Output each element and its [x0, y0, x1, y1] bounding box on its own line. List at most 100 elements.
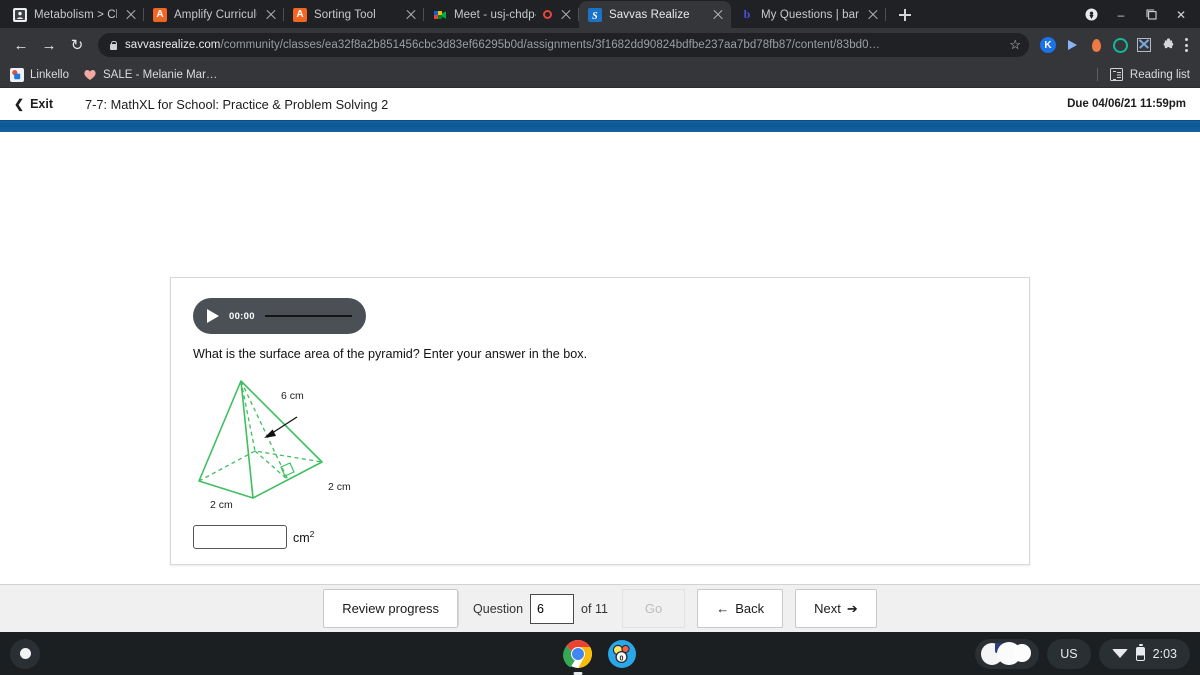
page-title: 7-7: MathXL for School: Practice & Probl…	[85, 96, 389, 112]
window-controls: – ✕	[1076, 1, 1200, 28]
figure-label-base-front: 2 cm	[210, 499, 233, 511]
browser-tab-sorting-tool[interactable]: A Sorting Tool	[284, 1, 424, 28]
figure-label-base-right: 2 cm	[328, 481, 351, 493]
page-content: ❮ Exit 7-7: MathXL for School: Practice …	[0, 88, 1200, 632]
bookmark-label: Linkello	[30, 68, 69, 81]
lock-icon	[108, 40, 118, 50]
browser-tab-amplify-curriculum[interactable]: A Amplify Curriculum	[144, 1, 284, 28]
question-prompt: What is the surface area of the pyramid?…	[193, 347, 588, 361]
next-question-button[interactable]: Next ➔	[795, 589, 877, 628]
system-tray[interactable]: 2:03	[1098, 638, 1190, 669]
back-question-button[interactable]: ← Back	[697, 589, 784, 628]
wifi-icon	[1111, 649, 1128, 658]
smiley-extension-icon[interactable]	[1109, 34, 1131, 56]
answer-row: cm2	[193, 525, 1007, 549]
audio-progress-track[interactable]	[264, 314, 352, 318]
close-icon[interactable]	[404, 8, 418, 22]
close-icon[interactable]	[559, 8, 573, 22]
unit-exponent: 2	[309, 528, 315, 539]
tab-title: Amplify Curriculum	[174, 8, 257, 21]
drop-extension-icon[interactable]	[1085, 34, 1107, 56]
x-extension-icon[interactable]	[1133, 34, 1155, 56]
bartleby-b-icon: b	[743, 7, 751, 22]
person-card-icon	[13, 7, 27, 22]
battery-icon	[1135, 644, 1145, 661]
new-tab-button[interactable]	[892, 2, 918, 28]
tab-title: Savvas Realize	[609, 8, 690, 21]
content-area: 00:00 What is the surface area of the py…	[0, 132, 1200, 565]
keyboard-layout-button[interactable]: US	[1047, 638, 1091, 669]
reading-list-button[interactable]: Reading list	[1096, 68, 1190, 81]
question-number-input[interactable]	[530, 593, 575, 624]
forward-button[interactable]: →	[36, 32, 62, 58]
browser-window: Metabolism > Chapter 1 A Amplify Curricu…	[0, 0, 1200, 632]
browser-tab-savvas-realize[interactable]: S Savvas Realize	[579, 1, 731, 28]
go-button[interactable]: Go	[621, 589, 686, 628]
address-bar[interactable]: savvasrealize.com/community/classes/ea32…	[98, 33, 1029, 57]
reload-button[interactable]: ↻	[64, 32, 90, 58]
question-label: Question	[473, 601, 524, 616]
assignment-header: ❮ Exit 7-7: MathXL for School: Practice …	[0, 88, 1200, 120]
clock-label: 2:03	[1152, 646, 1177, 661]
minimize-button[interactable]: –	[1106, 1, 1136, 28]
unit-text: cm	[293, 531, 310, 546]
heart-icon	[83, 68, 97, 82]
question-total-label: of 11	[581, 601, 608, 616]
browser-tab-meet[interactable]: Meet - usj-chdp-tyz	[424, 1, 579, 28]
launcher-icon[interactable]	[10, 638, 40, 669]
tab-title: Meet - usj-chdp-tyz	[454, 8, 536, 21]
url-text: savvasrealize.com/community/classes/ea32…	[125, 39, 880, 51]
answer-unit-label: cm2	[293, 529, 314, 545]
tab-title: Metabolism > Chapter 1	[34, 8, 117, 21]
answer-input[interactable]	[193, 525, 287, 549]
browser-tab-bartleby[interactable]: b My Questions | bartleby	[731, 1, 886, 28]
close-icon[interactable]	[264, 8, 278, 22]
arrow-left-icon: ←	[716, 601, 730, 616]
notification-icon-4	[1013, 643, 1032, 662]
svg-text:S: S	[592, 11, 598, 22]
chrome-icon[interactable]	[563, 639, 593, 675]
chrome-menu-icon[interactable]	[1181, 38, 1192, 52]
prodigy-icon[interactable]: 0	[607, 639, 637, 669]
shelf-status-area: US 2:03	[975, 638, 1190, 669]
rectangular-pyramid-diagram: 6 cm 2 cm 2 cm	[193, 375, 393, 517]
kami-extension-icon[interactable]: K	[1037, 34, 1059, 56]
bookmarks-bar: Linkello SALE - Melanie Mar… Reading lis…	[0, 62, 1200, 88]
chromeos-shelf: 0 US 2:03	[0, 632, 1200, 675]
review-progress-button[interactable]: Review progress	[323, 589, 459, 628]
close-window-button[interactable]: ✕	[1166, 1, 1196, 28]
notification-preview[interactable]	[975, 638, 1040, 669]
question-navigation-bar: Review progress Question of 11 Go ← Back…	[0, 584, 1200, 632]
chevron-left-icon: ❮	[14, 97, 25, 111]
browser-toolbar: ← → ↻ savvasrealize.com/community/classe…	[0, 28, 1200, 62]
bookmark-label: SALE - Melanie Mar…	[103, 68, 218, 81]
close-icon[interactable]	[124, 8, 138, 22]
brand-accent-bar	[0, 120, 1200, 132]
audio-time: 00:00	[229, 310, 255, 322]
maximize-button[interactable]	[1136, 1, 1166, 28]
tab-strip: Metabolism > Chapter 1 A Amplify Curricu…	[0, 0, 1200, 28]
keyboard-layout-label: US	[1060, 646, 1078, 661]
svg-text:0: 0	[620, 655, 624, 662]
location-pin-icon[interactable]	[1076, 1, 1106, 28]
back-button[interactable]: ←	[8, 32, 34, 58]
close-icon[interactable]	[711, 8, 725, 22]
nav-group: Review progress Question of 11 Go ← Back…	[323, 585, 877, 632]
tab-title: My Questions | bartleby	[761, 8, 859, 21]
bookmark-linkello[interactable]: Linkello	[10, 67, 69, 82]
back-label: Back	[735, 601, 765, 616]
app-running-indicator	[573, 672, 583, 675]
due-date: Due 04/06/21 11:59pm	[1067, 98, 1186, 110]
puzzle-extensions-icon[interactable]	[1157, 34, 1179, 56]
play-icon[interactable]	[207, 309, 219, 323]
url-domain: savvasrealize.com	[125, 39, 221, 51]
next-label: Next	[814, 601, 841, 616]
audio-player[interactable]: 00:00	[193, 298, 366, 334]
amplify-a-icon: A	[153, 7, 167, 22]
exit-button[interactable]: ❮ Exit	[14, 97, 53, 111]
close-icon[interactable]	[866, 8, 880, 22]
bookmark-sale-melanie[interactable]: SALE - Melanie Mar…	[83, 68, 217, 82]
play-extension-icon[interactable]	[1061, 34, 1083, 56]
browser-tab-metabolism[interactable]: Metabolism > Chapter 1	[4, 1, 144, 28]
bookmark-star-icon[interactable]: ☆	[1009, 37, 1021, 53]
